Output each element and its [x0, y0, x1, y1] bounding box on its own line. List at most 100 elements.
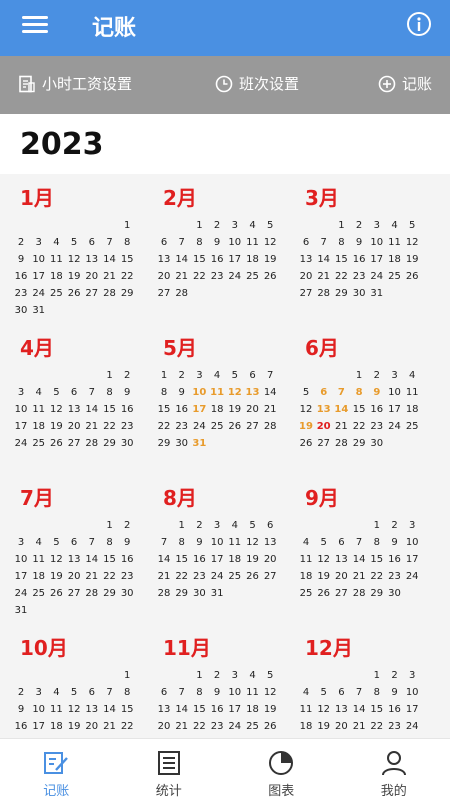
day-cell[interactable]: 23 — [118, 419, 136, 434]
day-cell[interactable]: 15 — [368, 702, 386, 717]
day-cell[interactable]: 17 — [190, 402, 208, 417]
day-cell[interactable]: 16 — [118, 552, 136, 567]
day-cell[interactable]: 13 — [65, 552, 83, 567]
day-cell[interactable]: 3 — [30, 685, 48, 700]
day-cell[interactable]: 5 — [297, 385, 315, 400]
day-cell[interactable]: 25 — [30, 586, 48, 601]
day-cell[interactable]: 11 — [30, 402, 48, 417]
day-cell[interactable]: 28 — [261, 419, 279, 434]
day-cell[interactable]: 27 — [65, 436, 83, 451]
day-cell[interactable]: 15 — [101, 552, 119, 567]
day-cell[interactable]: 21 — [101, 719, 119, 734]
day-cell[interactable]: 1 — [118, 218, 136, 233]
day-cell[interactable]: 24 — [403, 719, 421, 734]
day-cell[interactable]: 16 — [386, 552, 404, 567]
day-cell[interactable]: 27 — [83, 286, 101, 301]
day-cell[interactable]: 16 — [208, 702, 226, 717]
day-cell[interactable]: 3 — [403, 668, 421, 683]
day-cell[interactable]: 14 — [261, 385, 279, 400]
day-cell[interactable]: 7 — [261, 368, 279, 383]
day-cell[interactable]: 4 — [403, 368, 421, 383]
day-cell[interactable]: 23 — [173, 419, 191, 434]
day-cell[interactable]: 20 — [261, 552, 279, 567]
day-cell[interactable]: 15 — [118, 702, 136, 717]
day-cell[interactable]: 8 — [368, 685, 386, 700]
day-cell[interactable]: 22 — [332, 269, 350, 284]
day-cell[interactable]: 30 — [173, 436, 191, 451]
day-cell[interactable]: 17 — [30, 719, 48, 734]
day-cell[interactable]: 12 — [403, 235, 421, 250]
day-cell[interactable]: 20 — [332, 719, 350, 734]
day-cell[interactable]: 2 — [173, 368, 191, 383]
day-cell[interactable]: 26 — [47, 586, 65, 601]
day-cell[interactable]: 18 — [30, 569, 48, 584]
day-cell[interactable]: 20 — [65, 419, 83, 434]
day-cell[interactable]: 9 — [12, 702, 30, 717]
day-cell[interactable]: 19 — [315, 719, 333, 734]
day-cell[interactable]: 13 — [244, 385, 262, 400]
day-cell[interactable]: 20 — [332, 569, 350, 584]
day-cell[interactable]: 9 — [118, 535, 136, 550]
day-cell[interactable]: 1 — [368, 668, 386, 683]
day-cell[interactable]: 28 — [350, 586, 368, 601]
day-cell[interactable]: 4 — [244, 668, 262, 683]
day-cell[interactable]: 27 — [332, 586, 350, 601]
day-cell[interactable]: 29 — [173, 586, 191, 601]
day-cell[interactable]: 18 — [47, 719, 65, 734]
day-cell[interactable]: 1 — [155, 368, 173, 383]
day-cell[interactable]: 7 — [101, 235, 119, 250]
day-cell[interactable]: 1 — [101, 368, 119, 383]
day-cell[interactable]: 11 — [30, 552, 48, 567]
day-cell[interactable]: 21 — [83, 419, 101, 434]
day-cell[interactable]: 5 — [65, 685, 83, 700]
day-cell[interactable]: 26 — [403, 269, 421, 284]
day-cell[interactable]: 25 — [47, 286, 65, 301]
day-cell[interactable]: 26 — [261, 269, 279, 284]
day-cell[interactable]: 22 — [190, 269, 208, 284]
day-cell[interactable]: 29 — [368, 586, 386, 601]
day-cell[interactable]: 3 — [368, 218, 386, 233]
day-cell[interactable]: 1 — [332, 218, 350, 233]
day-cell[interactable]: 11 — [297, 552, 315, 567]
day-cell[interactable]: 21 — [173, 719, 191, 734]
day-cell[interactable]: 3 — [12, 385, 30, 400]
day-cell[interactable]: 3 — [386, 368, 404, 383]
day-cell[interactable]: 14 — [101, 252, 119, 267]
day-cell[interactable]: 30 — [386, 586, 404, 601]
day-cell[interactable]: 1 — [190, 668, 208, 683]
day-cell[interactable]: 19 — [315, 569, 333, 584]
day-cell[interactable]: 22 — [368, 719, 386, 734]
day-cell[interactable]: 12 — [261, 685, 279, 700]
day-cell[interactable]: 30 — [118, 586, 136, 601]
day-cell[interactable]: 5 — [47, 535, 65, 550]
day-cell[interactable]: 26 — [47, 436, 65, 451]
day-cell[interactable]: 3 — [30, 235, 48, 250]
day-cell[interactable]: 1 — [118, 668, 136, 683]
day-cell[interactable]: 4 — [297, 685, 315, 700]
day-cell[interactable]: 1 — [368, 518, 386, 533]
day-cell[interactable]: 2 — [208, 668, 226, 683]
day-cell[interactable]: 28 — [83, 436, 101, 451]
day-cell[interactable]: 4 — [30, 385, 48, 400]
day-cell[interactable]: 4 — [47, 235, 65, 250]
day-cell[interactable]: 6 — [65, 385, 83, 400]
day-cell[interactable]: 18 — [297, 719, 315, 734]
day-cell[interactable]: 13 — [332, 702, 350, 717]
day-cell[interactable]: 25 — [403, 419, 421, 434]
day-cell[interactable]: 9 — [208, 235, 226, 250]
day-cell[interactable]: 2 — [12, 685, 30, 700]
day-cell[interactable]: 16 — [190, 552, 208, 567]
shift-settings-button[interactable]: 班次设置 — [215, 73, 299, 94]
day-cell[interactable]: 16 — [118, 402, 136, 417]
day-cell[interactable]: 9 — [350, 235, 368, 250]
day-cell[interactable]: 4 — [30, 535, 48, 550]
day-cell[interactable]: 10 — [12, 402, 30, 417]
day-cell[interactable]: 14 — [155, 552, 173, 567]
day-cell[interactable]: 11 — [47, 252, 65, 267]
day-cell[interactable]: 28 — [332, 436, 350, 451]
day-cell[interactable]: 6 — [155, 685, 173, 700]
day-cell[interactable]: 6 — [83, 685, 101, 700]
day-cell[interactable]: 13 — [261, 535, 279, 550]
day-cell[interactable]: 9 — [208, 685, 226, 700]
day-cell[interactable]: 16 — [386, 702, 404, 717]
